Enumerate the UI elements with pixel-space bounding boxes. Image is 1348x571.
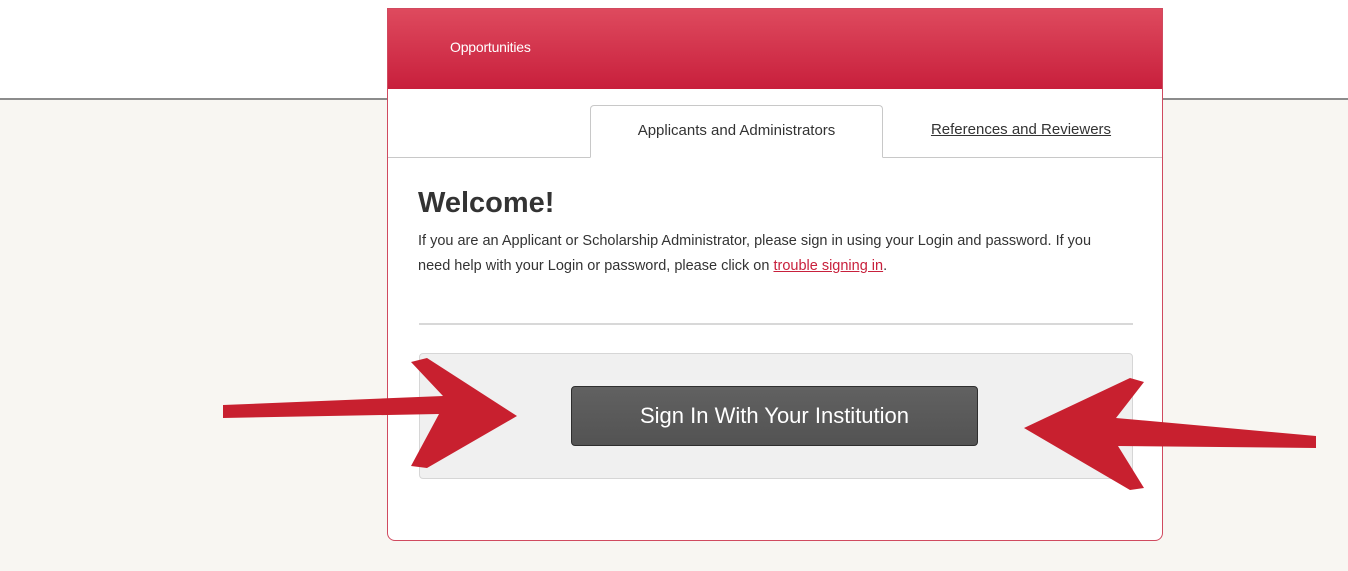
left-arrow-icon <box>223 358 517 468</box>
tab-bar: Applicants and Administrators References… <box>388 89 1162 158</box>
intro-prefix: If you are an Applicant or Scholarship A… <box>418 233 1092 274</box>
tab-references-reviewers[interactable]: References and Reviewers <box>907 105 1135 157</box>
opportunities-link[interactable]: Opportunities <box>450 39 531 55</box>
divider <box>419 323 1133 325</box>
sign-in-institution-button[interactable]: Sign In With Your Institution <box>571 386 978 446</box>
card-header: Opportunities <box>388 9 1162 89</box>
intro-text: If you are an Applicant or Scholarship A… <box>418 229 1118 279</box>
tab-applicants-administrators[interactable]: Applicants and Administrators <box>590 105 883 158</box>
welcome-heading: Welcome! <box>418 187 555 219</box>
right-arrow-icon <box>1024 378 1316 490</box>
trouble-signing-in-link[interactable]: trouble signing in <box>773 258 883 274</box>
intro-suffix: . <box>883 258 888 274</box>
